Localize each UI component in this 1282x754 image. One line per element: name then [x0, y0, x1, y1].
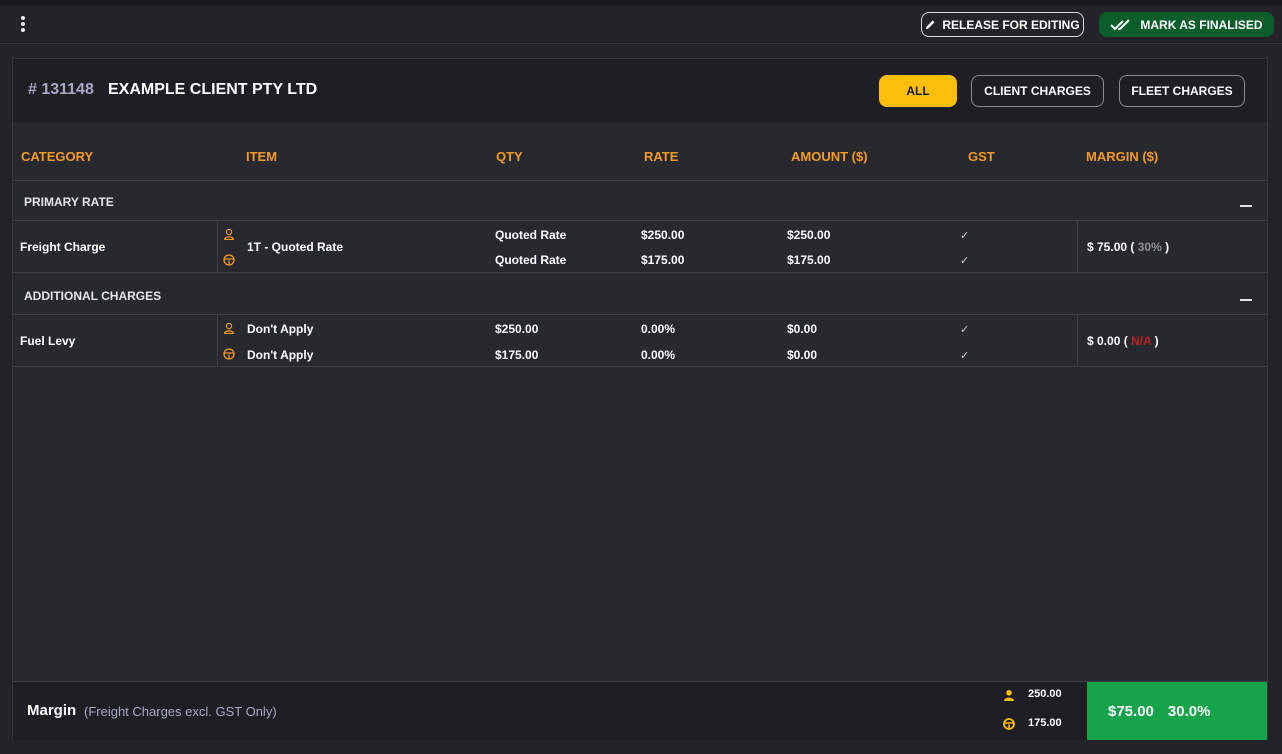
section-additional-charges: ADDITIONAL CHARGES [13, 275, 1267, 315]
section-title: ADDITIONAL CHARGES [24, 289, 162, 303]
margin-close: ) [1154, 334, 1159, 348]
footer-sub: (Freight Charges excl. GST Only) [84, 704, 277, 719]
margin-close: ) [1165, 240, 1170, 254]
col-category: CATEGORY [21, 149, 94, 164]
fleet-rate: $175.00 [641, 253, 685, 267]
client-rate: $250.00 [641, 228, 685, 242]
margin-value: $ 75.00 [1087, 240, 1128, 254]
row-margin: $ 0.00 ( N/A ) [1087, 334, 1159, 348]
row-item: 1T - Quoted Rate [247, 240, 344, 254]
top-bar: RELEASE FOR EDITING MARK AS FINALISED [0, 0, 1282, 44]
margin-total-badge: $75.00 30.0% [1087, 682, 1267, 740]
footer-label: Margin [27, 702, 77, 719]
margin-footer: Margin (Freight Charges excl. GST Only) … [13, 681, 1267, 740]
filter-client-charges-button[interactable]: CLIENT CHARGES [971, 75, 1104, 107]
steering-wheel-icon [223, 348, 235, 360]
section-primary-rate: PRIMARY RATE [13, 181, 1267, 221]
row-category: Fuel Levy [20, 334, 76, 348]
fleet-amount: $175.00 [787, 253, 831, 267]
table-header: CATEGORY ITEM QTY RATE AMOUNT ($) GST MA… [13, 122, 1267, 181]
gst-check-icon: ✓ [960, 255, 970, 267]
table-row: Freight Charge 1T - Quoted Rate Quoted R… [13, 221, 1267, 273]
fleet-total: 175.00 [1028, 717, 1062, 729]
mark-as-finalised-button[interactable]: MARK AS FINALISED [1099, 12, 1274, 37]
fleet-item: Don't Apply [247, 348, 314, 362]
client-rate: 0.00% [641, 322, 676, 336]
margin-percent: 30% [1137, 240, 1162, 254]
divider [217, 221, 218, 273]
client-qty: Quoted Rate [495, 228, 567, 242]
job-number: # 131148 [28, 81, 94, 98]
fleet-amount: $0.00 [787, 348, 818, 362]
fleet-rate: 0.00% [641, 348, 676, 362]
section-title: PRIMARY RATE [24, 195, 114, 209]
steering-wheel-icon [223, 254, 235, 266]
charges-panel: # 131148 EXAMPLE CLIENT PTY LTD ALL CLIE… [12, 58, 1268, 740]
margin-percent: N/A [1131, 334, 1152, 348]
margin-open: ( [1130, 240, 1135, 254]
col-rate: RATE [644, 149, 679, 164]
col-amount: AMOUNT ($) [791, 149, 868, 164]
pencil-icon [926, 20, 935, 30]
divider [1077, 315, 1078, 367]
client-qty: $250.00 [495, 322, 539, 336]
finalise-label: MARK AS FINALISED [1140, 17, 1263, 32]
gst-check-icon: ✓ [960, 350, 970, 362]
person-icon [223, 322, 235, 334]
divider [1077, 221, 1078, 273]
margin-amount: $75.00 [1108, 702, 1154, 720]
row-margin: $ 75.00 ( 30% ) [1087, 240, 1169, 254]
margin-open: ( [1123, 334, 1128, 348]
margin-value: $ 0.00 [1087, 334, 1121, 348]
gst-check-icon: ✓ [960, 230, 970, 242]
panel-header: # 131148 EXAMPLE CLIENT PTY LTD ALL CLIE… [13, 59, 1267, 122]
col-qty: QTY [496, 149, 523, 164]
client-name: EXAMPLE CLIENT PTY LTD [108, 81, 318, 98]
filter-all-button[interactable]: ALL [879, 75, 957, 107]
margin-percentage: 30.0% [1167, 702, 1211, 720]
col-item: ITEM [246, 149, 278, 164]
col-margin: MARGIN ($) [1086, 149, 1159, 164]
table-row: Fuel Levy Don't Apply Don't Apply $250.0… [13, 315, 1267, 367]
row-category: Freight Charge [20, 240, 106, 254]
release-for-editing-button[interactable]: RELEASE FOR EDITING [921, 12, 1084, 37]
client-item: Don't Apply [247, 322, 314, 336]
fleet-qty: Quoted Rate [495, 253, 567, 267]
client-amount: $250.00 [787, 228, 831, 242]
client-amount: $0.00 [787, 322, 818, 336]
fleet-qty: $175.00 [495, 348, 539, 362]
double-check-icon [1110, 18, 1131, 30]
more-menu-icon[interactable] [18, 15, 28, 33]
steering-wheel-icon [1003, 718, 1015, 730]
person-icon [223, 228, 235, 240]
divider [217, 315, 218, 367]
gst-check-icon: ✓ [960, 324, 970, 336]
collapse-icon[interactable] [1240, 299, 1252, 301]
filter-fleet-charges-button[interactable]: FLEET CHARGES [1119, 75, 1245, 107]
collapse-icon[interactable] [1240, 205, 1252, 207]
release-label: RELEASE FOR EDITING [942, 17, 1080, 32]
client-total: 250.00 [1028, 688, 1062, 700]
person-icon [1004, 690, 1014, 701]
col-gst: GST [968, 149, 995, 164]
